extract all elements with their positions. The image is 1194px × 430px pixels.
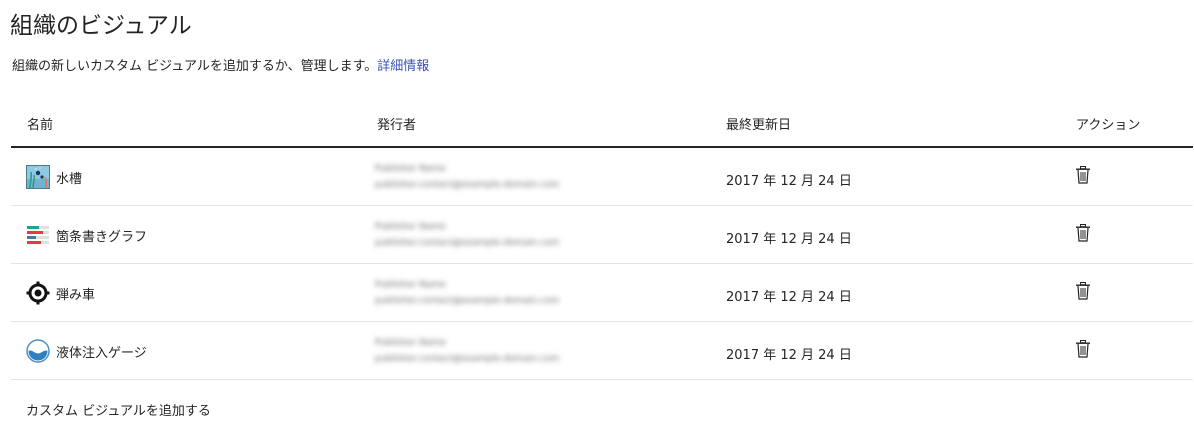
publisher-info-redacted: Publisher Name publisher.contact@example… [375,280,560,306]
visual-name: 弾み車 [56,288,96,303]
visual-name: 箇条書きグラフ [56,230,148,245]
last-updated-date: 2017 年 12 月 24 日 [726,174,852,189]
page-description: 組織の新しいカスタム ビジュアルを追加するか、管理します。詳細情報 [12,55,429,74]
visual-name: 水槽 [56,172,83,187]
publisher-info-redacted: Publisher Name publisher.contact@example… [375,222,560,248]
liquid-fill-gauge-icon [26,339,50,363]
table-header: 名前 発行者 最終更新日 アクション [11,96,1193,148]
last-updated-date: 2017 年 12 月 24 日 [726,348,852,363]
table-row: 弾み車 Publisher Name publisher.contact@exa… [11,264,1193,322]
column-header-last-updated: 最終更新日 [726,118,792,133]
last-updated-date: 2017 年 12 月 24 日 [726,232,852,247]
visual-name: 液体注入ゲージ [56,346,147,361]
last-updated-date: 2017 年 12 月 24 日 [726,290,852,305]
aquarium-icon [26,165,50,189]
column-header-name: 名前 [27,118,54,133]
trash-icon[interactable] [1075,282,1091,300]
column-header-publisher: 発行者 [377,118,417,133]
trash-icon[interactable] [1075,166,1091,184]
table-row: 箇条書きグラフ Publisher Name publisher.contact… [11,206,1193,264]
table-row: 液体注入ゲージ Publisher Name publisher.contact… [11,322,1193,380]
trash-icon[interactable] [1075,340,1091,358]
table-row: 水槽 Publisher Name publisher.contact@exam… [11,148,1193,206]
publisher-info-redacted: Publisher Name publisher.contact@example… [375,164,560,190]
column-header-action: アクション [1076,118,1141,133]
trash-icon[interactable] [1075,224,1091,242]
add-custom-visual-button[interactable]: カスタム ビジュアルを追加する [26,400,211,419]
description-text: 組織の新しいカスタム ビジュアルを追加するか、管理します。 [12,59,378,74]
publisher-info-redacted: Publisher Name publisher.contact@example… [375,338,560,364]
learn-more-link[interactable]: 詳細情報 [377,59,429,74]
page-title: 組織のビジュアル [10,13,192,39]
bullet-chart-icon [26,223,50,247]
flywheel-icon [26,281,50,305]
visuals-table: 名前 発行者 最終更新日 アクション 水槽 Publisher Name pub… [11,96,1193,380]
